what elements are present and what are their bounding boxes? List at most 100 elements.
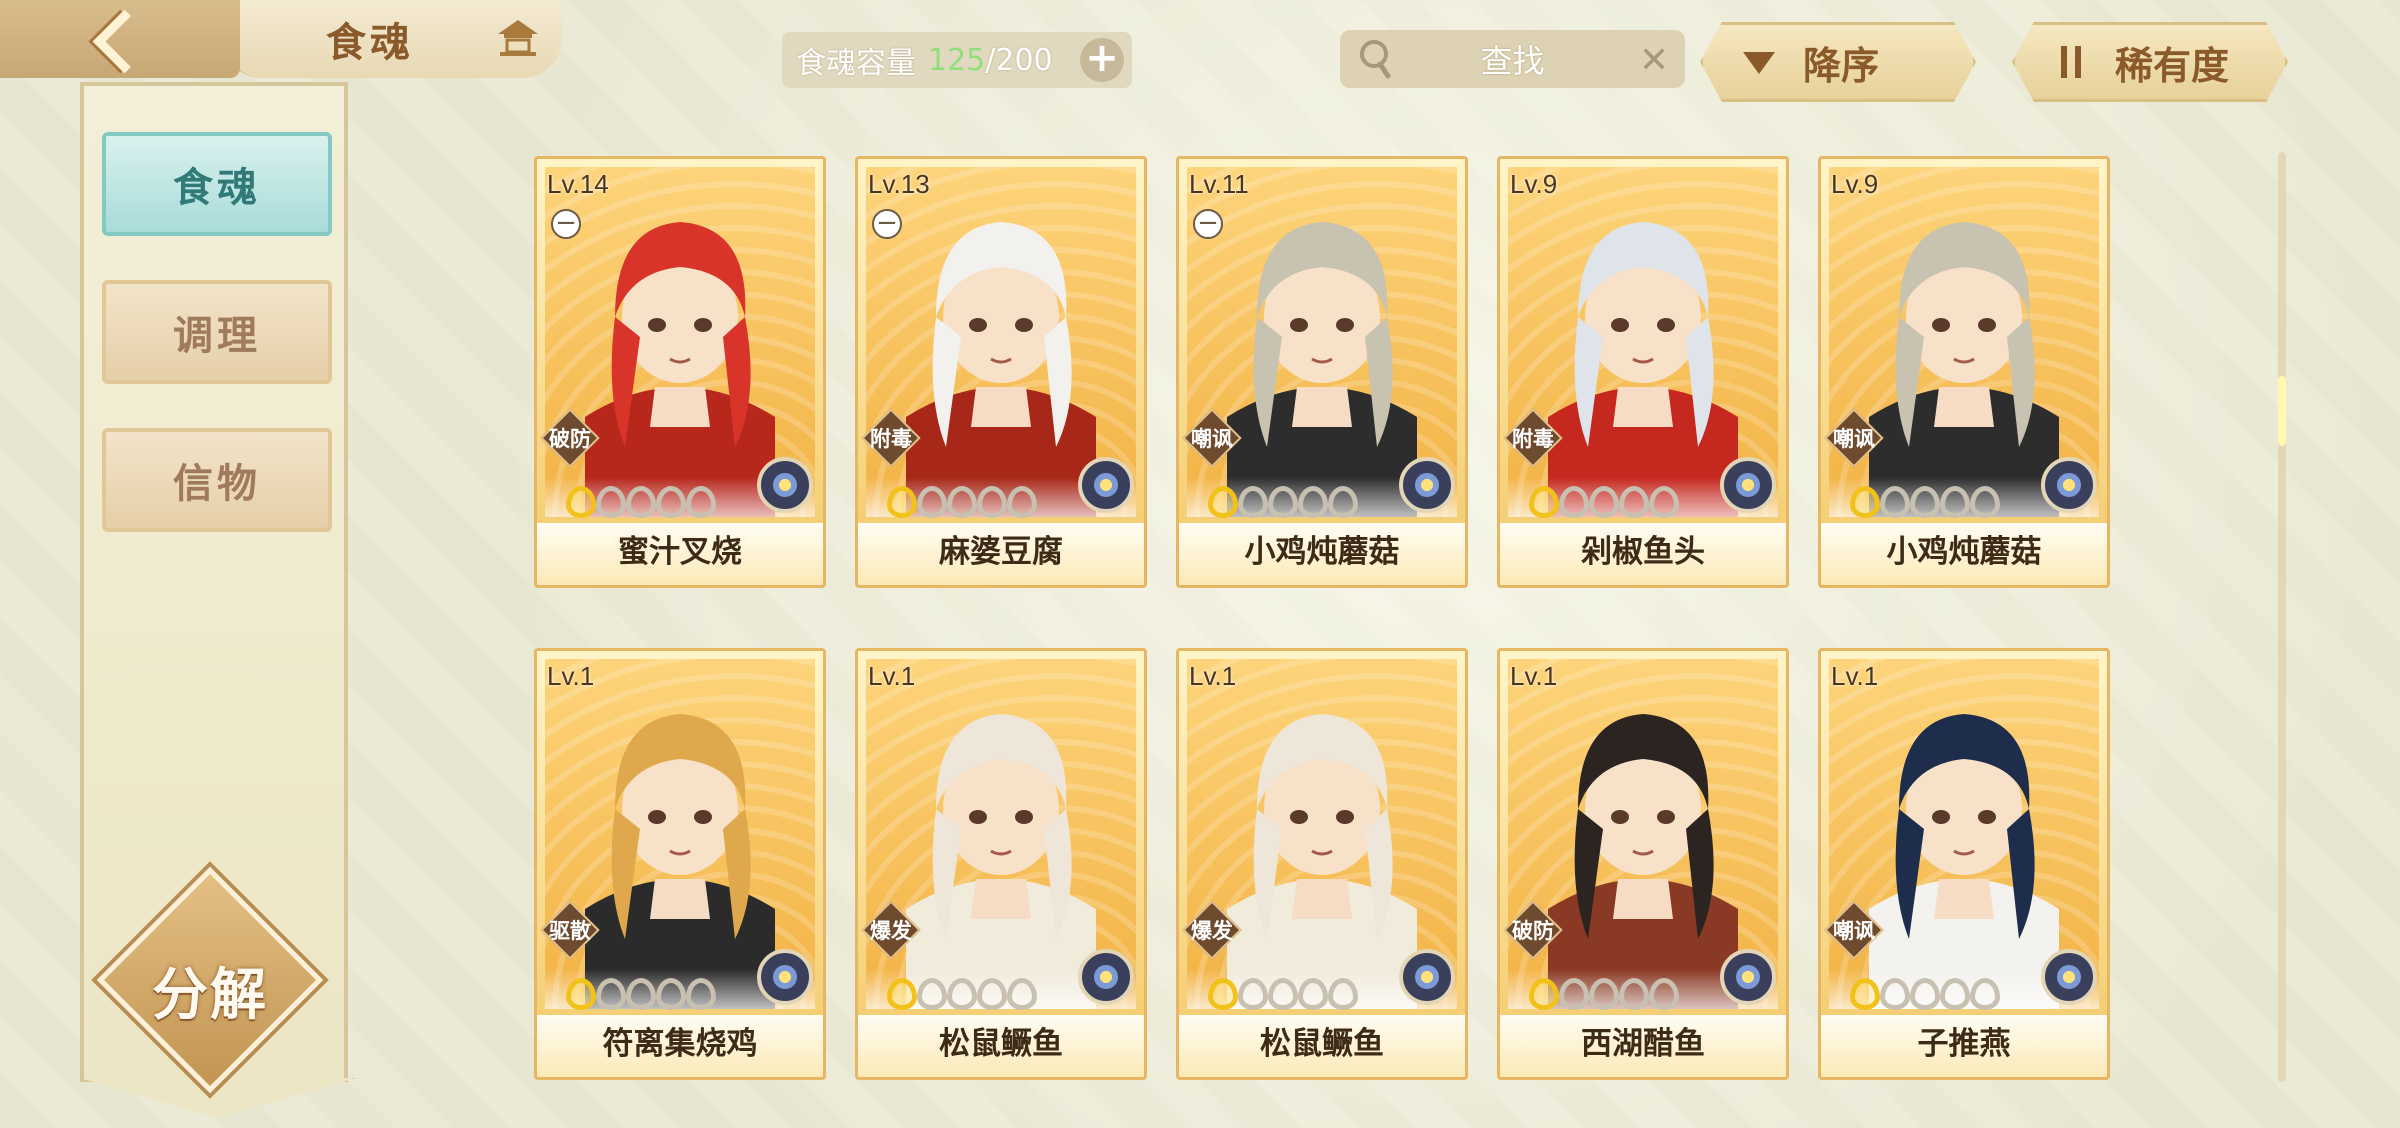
character-card[interactable]: Lv.9 嘲讽小鸡炖蘑菇 (1818, 156, 2110, 588)
search-icon (1360, 40, 1391, 79)
flame-star-icon (914, 974, 947, 1010)
flame-star-icon (563, 482, 596, 518)
character-card[interactable]: Lv.1 破防 西湖醋鱼 (1497, 648, 1789, 1080)
role-badge: 嘲讽 (1182, 408, 1242, 468)
triangle-down-icon (1739, 42, 1779, 82)
tab-food-souls[interactable]: 食魂 (102, 132, 332, 236)
element-icon (1399, 457, 1455, 513)
card-level: Lv.9 (1831, 169, 1879, 199)
character-card[interactable]: Lv.9 附毒 剁椒鱼头 (1497, 156, 1789, 588)
home-icon[interactable] (496, 18, 540, 58)
flame-star-icon (1295, 482, 1328, 518)
card-name: 松鼠鳜鱼 (858, 1015, 1144, 1077)
element-icon (1720, 457, 1776, 513)
character-card[interactable]: Lv.1 嘲讽 子推燕 (1818, 648, 2110, 1080)
lock-minus-icon[interactable]: − (1193, 209, 1223, 239)
flame-star-icon (593, 482, 626, 518)
lock-minus-icon[interactable]: − (872, 209, 902, 239)
role-label: 爆发 (1191, 919, 1233, 943)
flame-star-icon (914, 482, 947, 518)
flame-star-icon (1265, 974, 1298, 1010)
tab-tokens[interactable]: 信物 (102, 428, 332, 532)
flame-star-icon (1265, 482, 1298, 518)
back-button[interactable] (0, 0, 240, 78)
character-card[interactable]: Lv.11 − 嘲讽小鸡炖蘑菇 (1176, 156, 1468, 588)
element-icon (1720, 949, 1776, 1005)
character-card[interactable]: Lv.1 爆发 松鼠鳜鱼 (1176, 648, 1468, 1080)
flame-star-icon (974, 974, 1007, 1010)
flame-star-icon (623, 482, 656, 518)
search-input[interactable]: 查找 ✕ (1340, 30, 1685, 88)
role-label: 附毒 (1512, 427, 1554, 451)
flame-star-icon (563, 974, 596, 1010)
role-badge: 爆发 (861, 900, 921, 960)
flame-star-icon (1205, 482, 1238, 518)
role-badge: 爆发 (1182, 900, 1242, 960)
flame-star-icon (1295, 974, 1328, 1010)
character-card[interactable]: Lv.13 − 附毒 麻婆豆腐 (855, 156, 1147, 588)
scrollbar[interactable] (2278, 152, 2286, 1082)
flame-star-icon (1847, 482, 1880, 518)
role-label: 附毒 (870, 427, 912, 451)
role-label: 破防 (549, 427, 591, 451)
lock-minus-icon[interactable]: − (551, 209, 581, 239)
flame-star-icon (1907, 974, 1940, 1010)
card-level: Lv.1 (1189, 661, 1237, 691)
tab-cooking[interactable]: 调理 (102, 280, 332, 384)
character-card[interactable]: Lv.1 爆发松鼠鳜鱼 (855, 648, 1147, 1080)
flame-star-icon (683, 482, 716, 518)
element-icon (757, 949, 813, 1005)
capacity-current: 125 (928, 42, 986, 78)
role-label: 嘲讽 (1833, 427, 1875, 451)
card-level: Lv.1 (1831, 661, 1879, 691)
flame-star-icon (1235, 974, 1268, 1010)
character-card[interactable]: Lv.1 驱散 符离集烧鸡 (534, 648, 826, 1080)
element-icon (1078, 949, 1134, 1005)
card-level: Lv.1 (868, 661, 916, 691)
decompose-label[interactable]: 分解 (110, 950, 310, 1031)
flame-star-icon (1235, 482, 1268, 518)
flame-star-icon (1937, 974, 1970, 1010)
flame-star-icon (1616, 974, 1649, 1010)
flame-star-icon (1646, 482, 1679, 518)
flame-star-icon (623, 974, 656, 1010)
flame-star-icon (1586, 482, 1619, 518)
role-badge: 破防 (1503, 900, 1563, 960)
character-card[interactable]: Lv.14 − 破防 蜜汁叉烧 (534, 156, 826, 588)
flame-star-icon (1877, 482, 1910, 518)
flame-star-icon (1205, 974, 1238, 1010)
card-name: 符离集烧鸡 (537, 1015, 823, 1077)
flame-star-icon (884, 482, 917, 518)
element-icon (1399, 949, 1455, 1005)
card-level: Lv.11 (1189, 169, 1249, 199)
role-badge: 附毒 (861, 408, 921, 468)
sort-order-button[interactable]: 降序 (1700, 22, 1976, 102)
clear-search-icon[interactable]: ✕ (1639, 40, 1669, 81)
flame-star-icon (944, 482, 977, 518)
flame-star-icon (1325, 974, 1358, 1010)
card-name: 小鸡炖蘑菇 (1179, 523, 1465, 585)
flame-star-icon (1646, 974, 1679, 1010)
flame-star-icon (944, 974, 977, 1010)
role-badge: 破防 (540, 408, 600, 468)
role-label: 爆发 (870, 919, 912, 943)
capacity-label: 食魂容量 (796, 46, 916, 81)
element-icon (2041, 949, 2097, 1005)
element-icon (757, 457, 813, 513)
flame-star-icon (1586, 974, 1619, 1010)
card-level: Lv.9 (1510, 169, 1558, 199)
role-badge: 驱散 (540, 900, 600, 960)
add-capacity-button[interactable]: + (1080, 38, 1124, 82)
scrollbar-thumb[interactable] (2278, 376, 2286, 446)
sort-order-label: 降序 (1803, 43, 1880, 88)
role-badge: 嘲讽 (1824, 900, 1884, 960)
sort-field-label: 稀有度 (2115, 43, 2230, 88)
card-name: 小鸡炖蘑菇 (1821, 523, 2107, 585)
role-label: 嘲讽 (1833, 919, 1875, 943)
role-badge: 附毒 (1503, 408, 1563, 468)
capacity-max: /200 (985, 42, 1053, 78)
sort-field-button[interactable]: 稀有度 (2012, 22, 2288, 102)
top-left-header: 食魂 (0, 0, 590, 80)
title-tab: 食魂 (222, 0, 562, 78)
flame-star-icon (1847, 974, 1880, 1010)
